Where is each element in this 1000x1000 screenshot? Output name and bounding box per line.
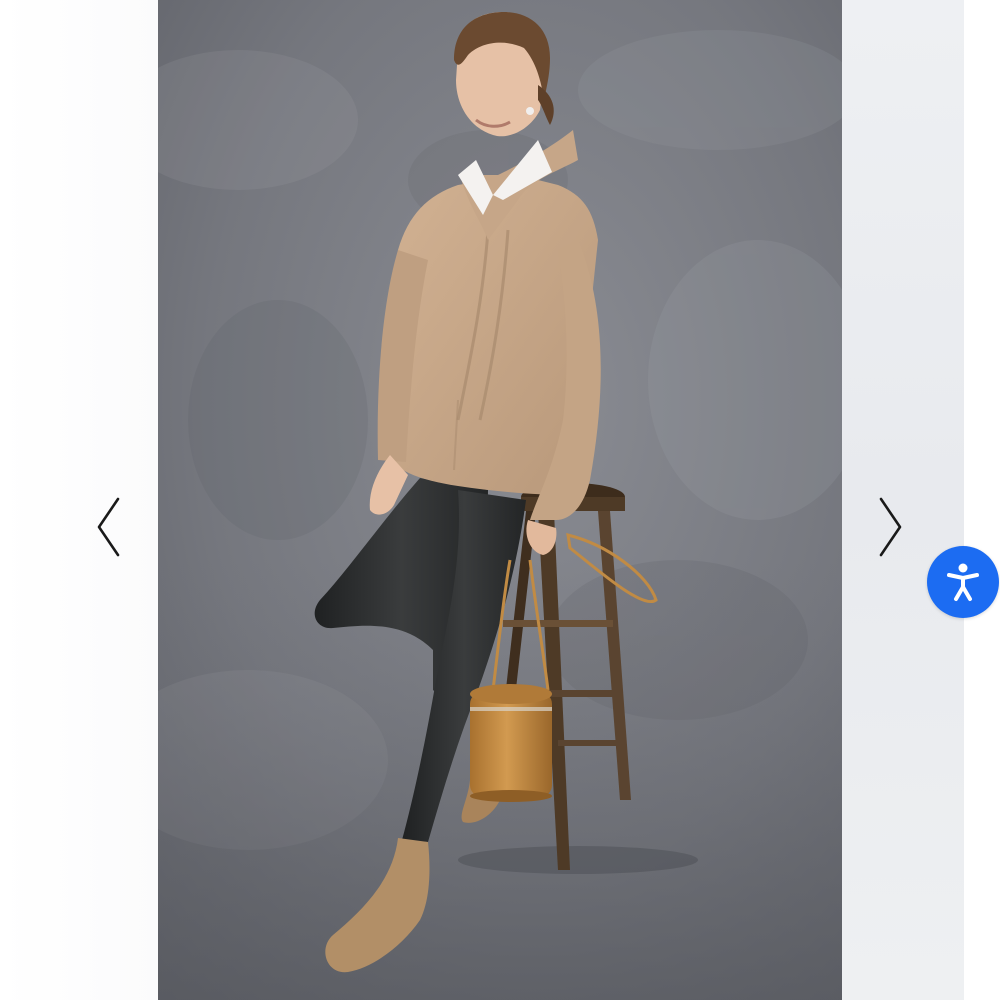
next-image-button[interactable] [871,492,911,562]
previous-image-button[interactable] [88,492,128,562]
accessibility-icon [947,563,979,601]
chevron-left-icon [97,497,120,557]
product-gallery-page [0,0,1000,1000]
gallery-right-margin [842,0,1000,1000]
accessibility-button[interactable] [927,546,999,618]
gallery-main-image [158,0,842,1000]
chevron-right-icon [879,497,902,557]
product-photo [158,0,842,1000]
gallery-left-margin [0,0,158,1000]
